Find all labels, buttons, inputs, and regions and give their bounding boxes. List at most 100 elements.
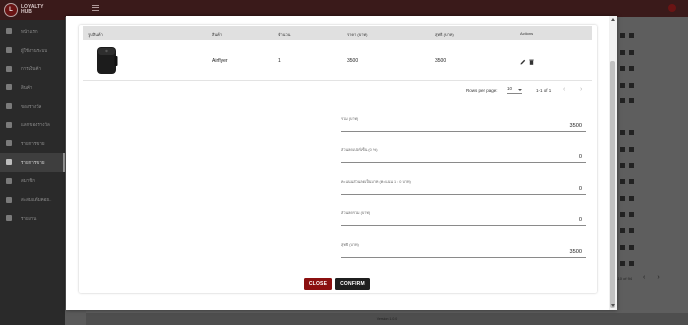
edit-icon[interactable] (620, 195, 625, 201)
edit-icon[interactable] (620, 65, 625, 71)
chevron-left-icon[interactable]: ‹ (643, 274, 645, 281)
delete-icon[interactable] (629, 244, 634, 250)
delete-icon[interactable] (629, 162, 634, 168)
scrollbar-thumb[interactable] (610, 61, 615, 308)
delete-icon[interactable] (629, 260, 634, 266)
bg-row-actions (612, 259, 652, 267)
gift-icon (6, 103, 12, 110)
home-icon (6, 28, 12, 35)
points-discount-field[interactable]: คะแนนส่วนลดเป็นบาท (คะแนน 1 : 0 บาท) 0 (341, 179, 586, 195)
bg-row-actions (612, 161, 652, 169)
scroll-down-arrow-icon[interactable] (610, 304, 615, 307)
bg-row-actions (612, 128, 652, 136)
delete-icon[interactable] (629, 82, 634, 88)
sidebar-item-points[interactable]: สะสมแต้มคอย.. (0, 190, 65, 209)
chevron-right-icon[interactable]: › (657, 274, 659, 281)
bg-row-actions (612, 48, 652, 56)
edit-icon[interactable] (620, 82, 625, 88)
delete-icon[interactable] (629, 65, 634, 71)
bg-row-actions (612, 243, 652, 251)
bg-row-actions (612, 31, 652, 39)
sidebar-item-label: ผู้ใช้งานระบบ (21, 47, 48, 53)
sidebar-item-products[interactable]: สินค้า (0, 78, 65, 97)
user-avatar[interactable] (668, 4, 676, 12)
delete-icon[interactable] (629, 195, 634, 201)
discount-percent-value: 0 (578, 154, 582, 160)
sidebar-item-sales-list[interactable]: รายการขาย (0, 152, 65, 172)
edit-icon[interactable] (620, 129, 625, 135)
bg-row-actions (612, 81, 652, 89)
sidebar-item-label: สะสมแต้มคอย.. (21, 197, 52, 203)
discount-total-field[interactable]: ส่วนลดรวม (บาท) 0 (341, 210, 586, 226)
edit-icon[interactable] (620, 260, 625, 266)
delete-icon[interactable] (629, 146, 634, 152)
sidebar-item-label: แลกของรางวัล (21, 122, 50, 128)
sidebar-item-redeem[interactable]: แลกของรางวัล (0, 115, 65, 134)
rows-per-page-select[interactable]: 10 (507, 86, 522, 94)
edit-icon[interactable] (620, 178, 625, 184)
edit-icon[interactable] (620, 146, 625, 152)
points-discount-label: คะแนนส่วนลดเป็นบาท (คะแนน 1 : 0 บาท) (341, 180, 411, 184)
sidebar-item-label: รายการขาย (21, 159, 45, 165)
discount-percent-field[interactable]: ส่วนลดเปอร์เซ็น (0 %) 0 (341, 147, 586, 163)
close-button[interactable]: CLOSE (304, 278, 332, 290)
edit-icon[interactable] (620, 97, 625, 103)
delete-icon[interactable] (629, 129, 634, 135)
menu-icon[interactable] (92, 5, 99, 11)
bg-row-actions (612, 145, 652, 153)
delete-icon[interactable] (629, 97, 634, 103)
edit-icon[interactable] (620, 32, 625, 38)
subtotal-field[interactable]: รวม (บาท) 3500 (341, 116, 586, 132)
column-header-total: สุทธิ (บาท) (435, 31, 454, 37)
confirm-button[interactable]: CONFIRM (335, 278, 370, 290)
sidebar: L LOYALTY HUB หน้าแรก ผู้ใช้งานระบบ การเ… (0, 0, 65, 325)
table-row: Airflyer 1 3500 3500 (83, 40, 592, 81)
sidebar-item-reports[interactable]: รายงาน (0, 209, 65, 228)
column-header-product: สินค้า (212, 31, 223, 37)
column-header-price: ราคา (บาท) (347, 31, 368, 37)
sidebar-item-users[interactable]: ผู้ใช้งานระบบ (0, 41, 65, 60)
discount-total-value: 0 (578, 217, 582, 223)
net-total-field[interactable]: สุทธิ (บาท) 3500 (341, 242, 586, 258)
edit-icon[interactable] (620, 244, 625, 250)
edit-icon[interactable] (620, 227, 625, 233)
product-name: Airflyer (212, 57, 228, 64)
list-icon (6, 159, 12, 166)
edit-icon[interactable] (520, 59, 526, 65)
delete-icon[interactable] (629, 227, 634, 233)
subtotal-value: 3500 (569, 123, 582, 129)
chevron-left-icon[interactable]: ‹ (563, 86, 565, 93)
sidebar-item-home[interactable]: หน้าแรก (0, 22, 65, 41)
product-quantity: 1 (278, 57, 281, 64)
discount-total-label: ส่วนลดรวม (บาท) (341, 211, 371, 215)
scroll-up-arrow-icon[interactable] (610, 18, 615, 21)
sidebar-item-label: การเงินค้า (21, 66, 42, 72)
sidebar-item-label: ของรางวัล (21, 103, 42, 109)
delete-icon[interactable] (629, 32, 634, 38)
member-icon (6, 177, 12, 184)
delete-icon[interactable] (629, 211, 634, 217)
subtotal-label: รวม (บาท) (341, 117, 359, 121)
sidebar-item-finance[interactable]: การเงินค้า (0, 59, 65, 78)
edit-icon[interactable] (620, 49, 625, 55)
sidebar-item-sales[interactable]: รายการขาย (0, 134, 65, 153)
delete-icon[interactable] (629, 49, 634, 55)
delete-icon[interactable] (529, 59, 534, 65)
users-icon (6, 47, 12, 54)
redeem-icon (6, 121, 12, 128)
column-header-quantity: จำนวน (278, 31, 291, 37)
points-icon (6, 196, 12, 203)
footer: Version 1.0.0 (86, 313, 688, 325)
brand: L LOYALTY HUB (0, 0, 65, 20)
chevron-right-icon[interactable]: › (580, 86, 582, 93)
edit-icon[interactable] (620, 162, 625, 168)
product-image (97, 47, 118, 74)
dialog-scrollbar[interactable] (609, 16, 617, 310)
edit-icon[interactable] (620, 211, 625, 217)
report-icon (6, 215, 12, 222)
sidebar-item-rewards[interactable]: ของรางวัล (0, 97, 65, 116)
sidebar-item-label: หน้าแรก (21, 28, 38, 34)
column-header-image: รูปสินค้า (88, 31, 103, 37)
sidebar-item-members[interactable]: สมาชิก (0, 172, 65, 191)
delete-icon[interactable] (629, 178, 634, 184)
